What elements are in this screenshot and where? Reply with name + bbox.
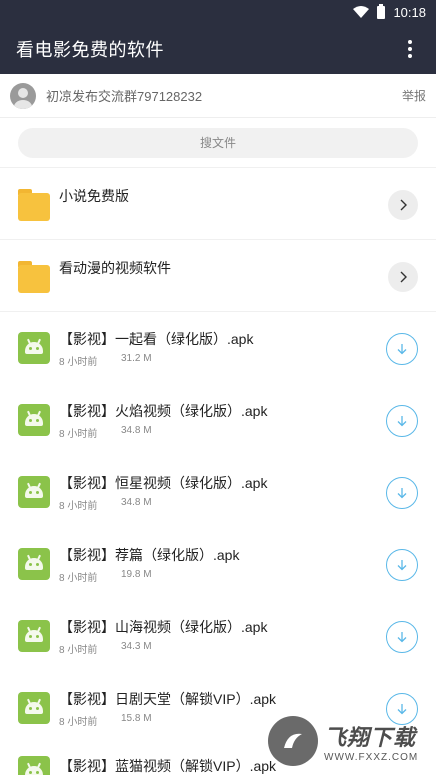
file-time: 8 小时前 [59, 428, 98, 440]
file-size: 19.8 M [121, 568, 152, 580]
report-button[interactable]: 举报 [402, 87, 426, 104]
android-apk-icon [18, 404, 50, 436]
watermark-logo-icon [268, 716, 318, 766]
watermark-url: WWW.FXXZ.COM [324, 751, 419, 763]
file-name: 【影视】蓝猫视频（解锁VIP）.apk [59, 758, 277, 774]
android-apk-icon [18, 548, 50, 580]
download-icon[interactable] [386, 549, 418, 581]
file-size: 34.3 M [121, 640, 152, 652]
file-time: 8 小时前 [59, 500, 98, 512]
file-name: 【影视】日剧天堂（解锁VIP）.apk [59, 690, 277, 707]
folder-name: 小说免费版 [59, 188, 129, 204]
file-time: 8 小时前 [59, 572, 98, 584]
file-time: 8 小时前 [59, 716, 98, 728]
download-icon[interactable] [386, 621, 418, 653]
file-name: 【影视】山海视频（绿化版）.apk [59, 618, 268, 635]
file-name: 【影视】一起看（绿化版）.apk [59, 330, 254, 347]
folder-list: 小说免费版 看动漫的视频软件 [0, 168, 436, 312]
publisher-name[interactable]: 初凉发布交流群797128232 [46, 86, 402, 105]
android-apk-icon [18, 692, 50, 724]
page-title: 看电影免费的软件 [16, 40, 164, 60]
file-time: 8 小时前 [59, 356, 98, 368]
status-bar: 10:18 [0, 0, 436, 24]
folder-name: 看动漫的视频软件 [59, 260, 171, 276]
folder-icon [18, 260, 50, 293]
file-item[interactable]: 【影视】火焰视频（绿化版）.apk 8 小时前 34.8 M [0, 384, 436, 456]
wifi-icon [353, 6, 370, 18]
file-size: 31.2 M [121, 352, 152, 364]
folder-item[interactable]: 小说免费版 [0, 168, 436, 240]
publisher-row[interactable]: 初凉发布交流群797128232 举报 [0, 74, 436, 118]
download-icon[interactable] [386, 405, 418, 437]
android-apk-icon [18, 756, 50, 775]
file-item[interactable]: 【影视】一起看（绿化版）.apk 8 小时前 31.2 M [0, 312, 436, 384]
android-apk-icon [18, 476, 50, 508]
file-size: 34.8 M [121, 496, 152, 508]
android-apk-icon [18, 620, 50, 652]
search-input[interactable]: 搜文件 [18, 127, 418, 158]
chevron-right-icon[interactable] [388, 262, 418, 292]
file-item[interactable]: 【影视】山海视频（绿化版）.apk 8 小时前 34.3 M [0, 600, 436, 672]
file-item[interactable]: 【影视】荐篇（绿化版）.apk 8 小时前 19.8 M [0, 528, 436, 600]
site-watermark: 飞翔下载 WWW.FXXZ.COM [268, 711, 428, 771]
search-container: 搜文件 [0, 118, 436, 168]
file-item[interactable]: 【影视】恒星视频（绿化版）.apk 8 小时前 34.8 M [0, 456, 436, 528]
android-apk-icon [18, 332, 50, 364]
file-size: 34.8 M [121, 424, 152, 436]
file-size: 15.8 M [121, 712, 152, 724]
status-time: 10:18 [393, 4, 426, 20]
file-name: 【影视】火焰视频（绿化版）.apk [59, 402, 268, 419]
avatar[interactable] [10, 82, 36, 109]
folder-item[interactable]: 看动漫的视频软件 [0, 240, 436, 312]
app-bar: 看电影免费的软件 [0, 24, 436, 74]
download-icon[interactable] [386, 333, 418, 365]
more-options-icon[interactable] [398, 37, 422, 61]
chevron-right-icon[interactable] [388, 190, 418, 220]
file-list: 【影视】一起看（绿化版）.apk 8 小时前 31.2 M 【影视】火焰视频（绿化… [0, 312, 436, 775]
file-name: 【影视】恒星视频（绿化版）.apk [59, 474, 268, 491]
watermark-text: 飞翔下载 [324, 724, 417, 750]
battery-icon [377, 3, 386, 19]
download-icon[interactable] [386, 477, 418, 509]
file-time: 8 小时前 [59, 644, 98, 656]
file-name: 【影视】荐篇（绿化版）.apk [59, 546, 240, 563]
folder-icon [18, 188, 50, 221]
